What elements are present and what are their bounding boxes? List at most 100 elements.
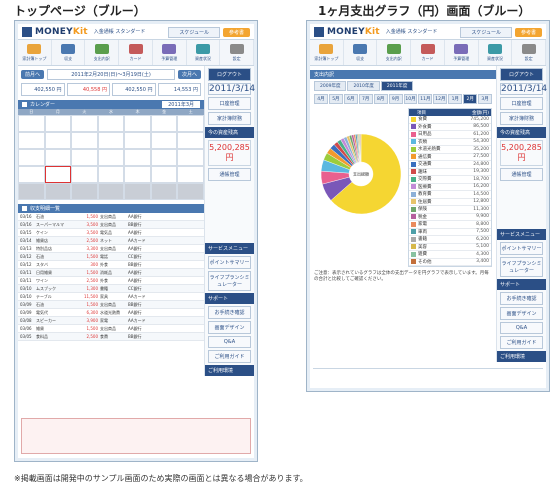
design-button[interactable]: 画面デザイン: [500, 307, 543, 320]
bankbook-button[interactable]: 通帳管理: [500, 168, 543, 181]
calendar-day[interactable]: [97, 149, 125, 166]
finance-button[interactable]: 家計簿財務: [208, 112, 251, 125]
calendar-day[interactable]: [150, 115, 178, 132]
nav-item-5[interactable]: 資産状況: [187, 40, 221, 65]
faq-button[interactable]: Q&A: [500, 322, 543, 334]
calendar-day[interactable]: [18, 183, 45, 200]
calendar-day[interactable]: [71, 166, 98, 183]
table-row[interactable]: 03/09 電気代 6,300 水道光熱費 AA銀行: [18, 309, 204, 317]
month-tab-10[interactable]: 2月: [463, 94, 478, 104]
table-row[interactable]: 03/09 石油 1,500 支出商品 BB銀行: [18, 301, 204, 309]
year-tab-0[interactable]: 2009年度: [314, 81, 347, 91]
calendar-day[interactable]: [18, 115, 45, 132]
month-tab-11[interactable]: 3月: [478, 94, 493, 104]
nav-item-0[interactable]: 家計簿トップ: [310, 40, 344, 65]
logo[interactable]: MONEYKit: [35, 27, 88, 37]
design-button[interactable]: 画面デザイン: [208, 321, 251, 334]
table-row[interactable]: 03/12 石油 1,500 電話 CC銀行: [18, 253, 204, 261]
year-tab-2[interactable]: 2011年度: [380, 81, 414, 91]
nav-item-3[interactable]: カード: [119, 40, 153, 65]
month-tab-0[interactable]: 4月: [314, 94, 328, 104]
table-row[interactable]: 03/15 ケイン 3,500 電気品 AA銀行: [18, 229, 204, 237]
table-row[interactable]: 03/16 スーパーマルマ 3,500 支出商品 BB銀行: [18, 221, 204, 229]
table-row[interactable]: 03/10 ムスブック 1,300 書籍 CC銀行: [18, 285, 204, 293]
month-tab-4[interactable]: 8月: [373, 94, 388, 104]
faq-button[interactable]: Q&A: [208, 336, 251, 348]
lifeplan-button[interactable]: ライフプランシミュレーター: [500, 257, 543, 277]
nav-item-4[interactable]: 予算管理: [445, 40, 479, 65]
calendar-day[interactable]: [71, 183, 98, 200]
calendar-day[interactable]: [97, 115, 125, 132]
table-row[interactable]: 03/05 食料品 2,500 食費 BB銀行: [18, 333, 204, 341]
nav-item-0[interactable]: 家計簿トップ: [18, 40, 52, 65]
procedures-button[interactable]: お手続き確認: [208, 306, 251, 319]
calendar-day[interactable]: [177, 183, 204, 200]
month-tab-8[interactable]: 12月: [433, 94, 448, 104]
calendar-day[interactable]: [18, 166, 45, 183]
points-summary-button[interactable]: ポイントサマリー: [208, 256, 251, 269]
nav-item-6[interactable]: 設定: [220, 40, 255, 65]
nav-item-4[interactable]: 予算管理: [153, 40, 187, 65]
help-button[interactable]: 参考書: [514, 28, 542, 37]
calendar-day[interactable]: [150, 149, 178, 166]
calendar-day[interactable]: [18, 132, 45, 149]
nav-item-6[interactable]: 設定: [512, 40, 547, 65]
month-tab-2[interactable]: 6月: [343, 94, 358, 104]
month-tab-3[interactable]: 7月: [358, 94, 373, 104]
help-button[interactable]: 参考書: [222, 28, 250, 37]
next-month-button[interactable]: 次月へ: [177, 70, 201, 79]
nav-item-2[interactable]: 支出内訳: [377, 40, 412, 65]
calendar-day[interactable]: [44, 149, 72, 166]
table-row[interactable]: 03/08 スピーカー 3,900 家電 AAカード: [18, 317, 204, 325]
nav-item-1[interactable]: 収支: [52, 40, 86, 65]
nav-item-2[interactable]: 支出内訳: [85, 40, 120, 65]
calendar-day[interactable]: [97, 183, 125, 200]
month-tab-9[interactable]: 1月: [448, 94, 463, 104]
table-row[interactable]: 03/12 スタバ 300 外食 BB銀行: [18, 261, 204, 269]
calendar-day[interactable]: [124, 132, 151, 149]
table-row[interactable]: 03/10 テーブル 11,500 家具 AAカード: [18, 293, 204, 301]
month-tab-1[interactable]: 5月: [328, 94, 343, 104]
calendar-day[interactable]: [124, 183, 151, 200]
month-tab-7[interactable]: 11月: [418, 94, 433, 104]
calendar-day[interactable]: [150, 132, 178, 149]
calendar-day[interactable]: [44, 166, 72, 183]
calendar-day[interactable]: [71, 149, 98, 166]
lifeplan-button[interactable]: ライフプランシミュレーター: [208, 271, 251, 291]
account-button[interactable]: 口座管理: [208, 97, 251, 110]
calendar-day[interactable]: [177, 132, 204, 149]
month-tab-6[interactable]: 10月: [403, 94, 418, 104]
table-row[interactable]: 03/14 雑貨店 2,500 ネット AAカード: [18, 237, 204, 245]
table-row[interactable]: 03/11 日用雑貨 1,500 消耗品 AA銀行: [18, 269, 204, 277]
schedule-link[interactable]: スケジュール: [460, 27, 512, 38]
logout-button[interactable]: ログアウト: [208, 68, 251, 81]
calendar-day[interactable]: [97, 132, 125, 149]
table-row[interactable]: 03/13 特別品店 3,300 支出商品 AA銀行: [18, 245, 204, 253]
account-button[interactable]: 口座管理: [500, 97, 543, 110]
calendar-day[interactable]: [44, 183, 72, 200]
calendar-day[interactable]: [150, 166, 178, 183]
schedule-link[interactable]: スケジュール: [168, 27, 220, 38]
calendar-day[interactable]: [150, 183, 178, 200]
bankbook-button[interactable]: 通帳管理: [208, 168, 251, 181]
calendar-month[interactable]: 2011年3月: [162, 101, 200, 108]
guide-button[interactable]: ご利用ガイド: [208, 350, 251, 363]
table-row[interactable]: 03/16 石油 1,500 支出商品 AA銀行: [18, 213, 204, 221]
procedures-button[interactable]: お手続き確認: [500, 292, 543, 305]
calendar-day[interactable]: [18, 149, 45, 166]
calendar-day[interactable]: [177, 166, 204, 183]
calendar-day[interactable]: [124, 166, 151, 183]
calendar-day[interactable]: [44, 115, 72, 132]
nav-item-1[interactable]: 収支: [344, 40, 378, 65]
calendar-day[interactable]: [124, 115, 151, 132]
calendar-day[interactable]: [177, 149, 204, 166]
calendar-day[interactable]: [44, 132, 72, 149]
finance-button[interactable]: 家計簿財務: [500, 112, 543, 125]
nav-item-3[interactable]: カード: [411, 40, 445, 65]
logo[interactable]: MONEYKit: [327, 27, 380, 37]
logout-button[interactable]: ログアウト: [500, 68, 543, 81]
calendar-day[interactable]: [97, 166, 125, 183]
nav-item-5[interactable]: 資産状況: [479, 40, 513, 65]
calendar-day[interactable]: [124, 149, 151, 166]
calendar-day[interactable]: [71, 132, 98, 149]
